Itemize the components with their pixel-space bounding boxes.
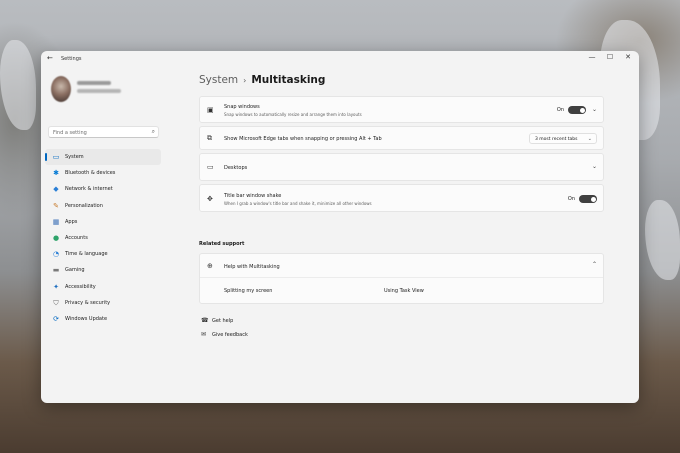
chevron-up-icon: ⌃	[591, 261, 597, 268]
title-bar: ← Settings — ☐ ✕	[41, 51, 639, 69]
snap-windows-desc: Snap windows to automatically resize and…	[224, 112, 362, 117]
background-snow-patch	[0, 40, 36, 130]
get-help-link[interactable]: ☎ Get help	[201, 317, 233, 324]
edge-tabs-title: Show Microsoft Edge tabs when snapping o…	[224, 136, 382, 142]
breadcrumb: System › Multitasking	[199, 74, 325, 86]
sidebar-item-accessibility[interactable]: ✦ Accessibility	[45, 279, 161, 295]
sidebar-item-gaming[interactable]: ▬ Gaming	[45, 262, 161, 278]
sidebar-item-accounts[interactable]: ● Accounts	[45, 230, 161, 246]
sidebar-item-label: Apps	[65, 218, 78, 225]
give-feedback-link[interactable]: ✉ Give feedback	[201, 331, 248, 338]
help-icon: ☎	[201, 317, 209, 324]
shake-title: Title bar window shake	[224, 193, 282, 199]
chevron-down-icon[interactable]: ⌄	[592, 106, 597, 113]
snap-icon: ▣	[207, 106, 214, 114]
sidebar-item-windows-update[interactable]: ⟳ Windows Update	[45, 311, 161, 327]
edge-tabs-card: ⧉ Show Microsoft Edge tabs when snapping…	[199, 126, 604, 150]
sidebar-item-personalization[interactable]: ✎ Personalization	[45, 198, 161, 214]
shake-toggle-label: On	[567, 196, 575, 202]
sidebar-item-label: System	[65, 154, 84, 161]
related-support-card: ⊕ Help with Multitasking ⌃ Splitting my …	[199, 253, 604, 304]
sidebar-item-label: Personalization	[65, 202, 103, 209]
brush-icon: ✎	[53, 201, 59, 210]
chevron-down-icon[interactable]: ⌄	[592, 163, 597, 170]
minimize-button[interactable]: —	[585, 53, 599, 61]
account-icon: ●	[52, 234, 60, 243]
sidebar-item-label: Accessibility	[65, 283, 96, 290]
task-view-link[interactable]: Using Task View	[384, 288, 424, 294]
sidebar-item-label: Bluetooth & devices	[65, 170, 116, 177]
shake-desc: When I grab a window's title bar and sha…	[224, 201, 372, 206]
sidebar-item-label: Privacy & security	[65, 299, 111, 306]
edge-tabs-dropdown[interactable]: 3 most recent tabs ⌄	[529, 133, 597, 144]
search-input[interactable]: Find a setting ⌕	[48, 126, 159, 138]
help-title: Help with Multitasking	[224, 264, 280, 270]
breadcrumb-parent[interactable]: System	[199, 74, 238, 86]
feedback-icon: ✉	[201, 331, 207, 338]
sidebar-item-apps[interactable]: ▦ Apps	[45, 214, 161, 230]
desktops-title: Desktops	[224, 165, 248, 171]
snap-toggle-label: On	[556, 107, 564, 113]
sidebar-item-label: Accounts	[65, 235, 88, 242]
snap-windows-title: Snap windows	[224, 104, 260, 110]
sidebar-item-bluetooth-devices[interactable]: ✱ Bluetooth & devices	[45, 165, 161, 181]
tabs-icon: ⧉	[207, 134, 212, 142]
avatar[interactable]	[51, 76, 71, 102]
sidebar: Find a setting ⌕ ▭ System ✱ Bluetooth & dev…	[41, 69, 197, 403]
apps-icon: ▦	[52, 217, 60, 226]
desktops-icon: ▭	[207, 163, 214, 171]
sidebar-item-label: Network & internet	[65, 186, 113, 193]
shake-icon: ✥	[207, 195, 213, 203]
sidebar-item-label: Windows Update	[65, 315, 108, 322]
bluetooth-icon: ✱	[53, 169, 59, 178]
back-arrow-icon[interactable]: ←	[47, 54, 53, 62]
sidebar-item-time-language[interactable]: ◔ Time & language	[45, 246, 161, 262]
sidebar-item-label: Gaming	[65, 267, 85, 274]
breadcrumb-separator: ›	[243, 76, 247, 85]
search-icon: ⌕	[151, 128, 155, 135]
main-content: System › Multitasking ▣ Snap windows Snap …	[197, 69, 639, 403]
update-icon: ⟳	[53, 314, 59, 323]
snap-toggle[interactable]	[568, 106, 586, 114]
app-title: Settings	[61, 56, 82, 62]
related-support-heading: Related support	[199, 241, 245, 247]
help-header[interactable]: ⊕ Help with Multitasking ⌃	[200, 254, 603, 278]
settings-window: ← Settings — ☐ ✕ Find a setting ⌕ ▭ Syste…	[41, 51, 639, 403]
close-button[interactable]: ✕	[621, 53, 635, 61]
user-name-blurred	[77, 81, 111, 85]
snap-windows-card[interactable]: ▣ Snap windows Snap windows to automatic…	[199, 96, 604, 123]
system-icon: ▭	[52, 153, 60, 162]
maximize-button[interactable]: ☐	[603, 53, 617, 61]
globe-icon: ⊕	[207, 262, 213, 270]
gamepad-icon: ▬	[52, 266, 60, 275]
background-snow-patch	[645, 200, 680, 280]
sidebar-item-network-internet[interactable]: ◆ Network & internet	[45, 181, 161, 197]
accessibility-icon: ✦	[53, 282, 59, 291]
sidebar-item-system[interactable]: ▭ System	[45, 149, 161, 166]
sidebar-nav: ▭ System ✱ Bluetooth & devices ◆ Network & in…	[45, 149, 161, 327]
title-bar-shake-card: ✥ Title bar window shake When I grab a w…	[199, 184, 604, 212]
clock-icon: ◔	[52, 250, 60, 259]
shield-icon: ⛉	[53, 298, 59, 307]
edge-tabs-dropdown-value: 3 most recent tabs	[535, 137, 578, 142]
page-title: Multitasking	[251, 74, 326, 86]
shake-toggle[interactable]	[579, 195, 597, 203]
user-email-blurred	[77, 89, 121, 93]
wifi-icon: ◆	[53, 185, 59, 194]
desktops-card[interactable]: ▭ Desktops ⌄	[199, 153, 604, 181]
sidebar-item-label: Time & language	[65, 251, 108, 258]
get-help-label: Get help	[212, 317, 234, 324]
chevron-down-icon: ⌄	[587, 136, 592, 142]
sidebar-item-privacy-security[interactable]: ⛉ Privacy & security	[45, 295, 161, 311]
splitting-screen-link[interactable]: Splitting my screen	[224, 288, 272, 294]
search-placeholder: Find a setting	[53, 130, 87, 136]
give-feedback-label: Give feedback	[212, 331, 248, 338]
